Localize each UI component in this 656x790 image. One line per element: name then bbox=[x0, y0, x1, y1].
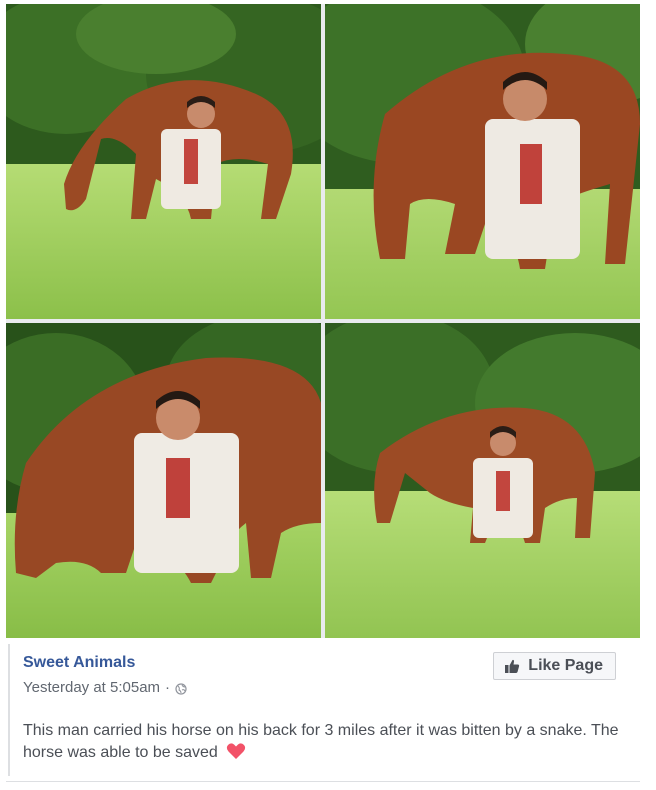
thumbs-up-icon bbox=[505, 659, 520, 673]
like-page-label: Like Page bbox=[528, 657, 603, 674]
like-page-button[interactable]: Like Page bbox=[493, 652, 616, 680]
globe-icon bbox=[175, 682, 187, 695]
post-caption: This man carried his horse on his back f… bbox=[23, 720, 623, 764]
photo-3-image bbox=[6, 323, 321, 638]
photo-collage bbox=[6, 4, 640, 638]
timestamp-link[interactable]: Yesterday at 5:05am bbox=[23, 679, 160, 696]
photo-1[interactable] bbox=[6, 4, 321, 319]
divider bbox=[6, 781, 640, 782]
timestamp-row: Yesterday at 5:05am · bbox=[23, 679, 187, 696]
photo-1-image bbox=[6, 4, 321, 319]
separator-dot: · bbox=[165, 679, 171, 696]
photo-2[interactable] bbox=[325, 4, 640, 319]
caption-text: This man carried his horse on his back f… bbox=[23, 722, 619, 761]
photo-2-image bbox=[325, 4, 640, 319]
post-meta: Sweet Animals Yesterday at 5:05am · Like… bbox=[8, 644, 642, 776]
photo-3[interactable] bbox=[6, 323, 321, 638]
heart-icon bbox=[226, 742, 246, 760]
photo-4-image bbox=[325, 323, 640, 638]
page-name-link[interactable]: Sweet Animals bbox=[23, 654, 135, 672]
photo-4[interactable] bbox=[325, 323, 640, 638]
